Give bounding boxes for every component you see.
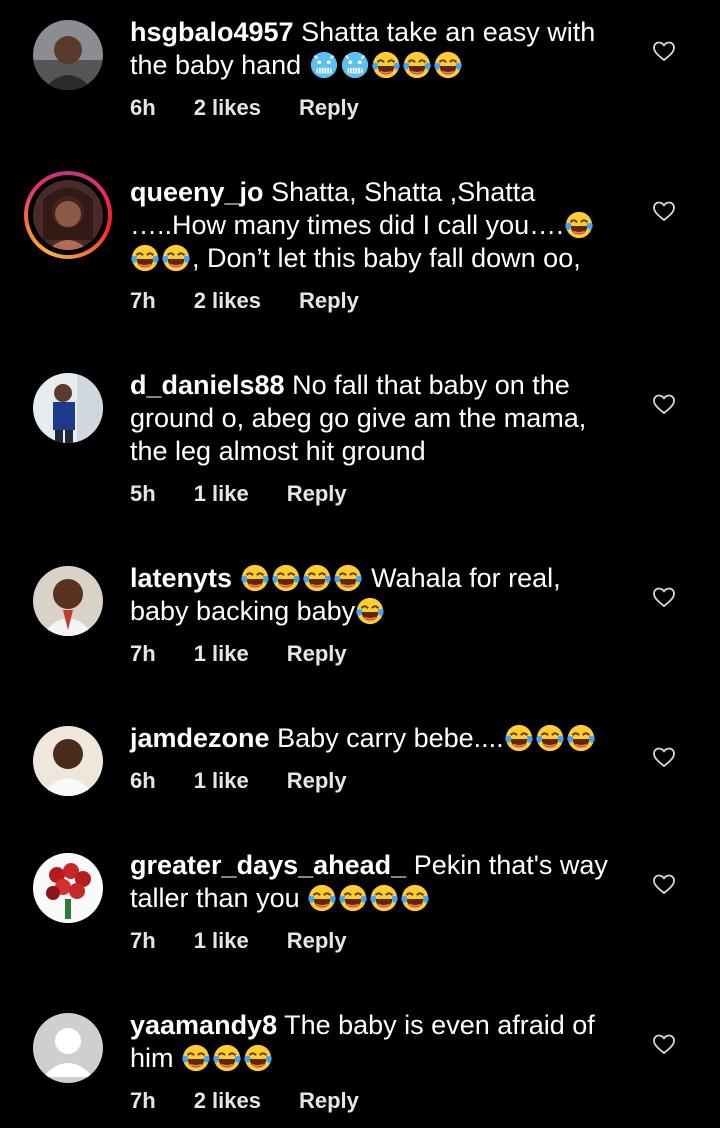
comment-body: hsgbalo4957 Shatta take an easy with the… [130,16,610,82]
tears-of-joy-emoji [307,883,337,913]
comment-item: hsgbalo4957 Shatta take an easy with the… [0,0,720,160]
tears-of-joy-emoji [564,210,594,240]
heart-outline-icon[interactable] [652,745,676,769]
tears-of-joy-emoji [433,50,463,80]
tears-of-joy-emoji [566,723,596,753]
tears-of-joy-emoji [504,723,534,753]
comment-time: 6h [130,768,156,793]
comment-time: 7h [130,288,156,313]
comment-meta: 7h 1 like Reply [130,928,385,954]
avatar[interactable] [33,20,103,90]
comment-item: yaamandy8 The baby is even afraid of him… [0,993,720,1128]
tears-of-joy-emoji [369,883,399,913]
comment-time: 6h [130,95,156,120]
cold-face-emoji [340,50,370,80]
tears-of-joy-emoji [302,563,332,593]
heart-outline-icon[interactable] [652,392,676,416]
avatar[interactable] [33,566,103,636]
comment-body: jamdezone Baby carry bebe.... [130,722,610,755]
comment-likes[interactable]: 1 like [194,768,249,794]
tears-of-joy-emoji [181,1043,211,1073]
comment-meta: 6h 2 likes Reply [130,95,397,121]
comment-username[interactable]: jamdezone [130,723,270,753]
comment-body: queeny_jo Shatta, Shatta ,Shatta …..How … [130,176,610,275]
reply-button[interactable]: Reply [287,641,347,667]
comment-item: queeny_jo Shatta, Shatta ,Shatta …..How … [0,160,720,353]
avatar[interactable] [33,726,103,796]
tears-of-joy-emoji [212,1043,242,1073]
comment-item: d_daniels88 No fall that baby on the gro… [0,353,720,546]
comment-body: latenyts Wahala for real, baby backing b… [130,562,610,628]
comment-meta: 5h 1 like Reply [130,481,385,507]
tears-of-joy-emoji [338,883,368,913]
comment-body: greater_days_ahead_ Pekin that's way tal… [130,849,610,915]
tears-of-joy-emoji [161,243,191,273]
reply-button[interactable]: Reply [287,928,347,954]
comment-body: yaamandy8 The baby is even afraid of him [130,1009,610,1075]
comment-item: jamdezone Baby carry bebe.... 6h 1 like … [0,706,720,833]
heart-outline-icon[interactable] [652,585,676,609]
cold-face-emoji [309,50,339,80]
tears-of-joy-emoji [130,243,160,273]
comment-item: latenyts Wahala for real, baby backing b… [0,546,720,706]
comment-meta: 7h 2 likes Reply [130,288,397,314]
heart-outline-icon[interactable] [652,199,676,223]
comment-time: 7h [130,928,156,953]
comment-body: d_daniels88 No fall that baby on the gro… [130,369,610,468]
heart-outline-icon[interactable] [652,1032,676,1056]
tears-of-joy-emoji [243,1043,273,1073]
comment-username[interactable]: queeny_jo [130,177,264,207]
comment-likes[interactable]: 1 like [194,641,249,667]
reply-button[interactable]: Reply [299,1088,359,1114]
comment-likes[interactable]: 1 like [194,481,249,507]
comment-meta: 7h 1 like Reply [130,641,385,667]
comment-text-continued: , Don’t let this baby fall down oo, [192,243,581,273]
reply-button[interactable]: Reply [299,288,359,314]
comment-meta: 7h 2 likes Reply [130,1088,397,1114]
avatar[interactable] [33,373,103,443]
tears-of-joy-emoji [355,596,385,626]
avatar[interactable] [33,1013,103,1083]
tears-of-joy-emoji [535,723,565,753]
tears-of-joy-emoji [400,883,430,913]
tears-of-joy-emoji [333,563,363,593]
comment-username[interactable]: greater_days_ahead_ [130,850,406,880]
comment-likes[interactable]: 2 likes [194,95,261,121]
tears-of-joy-emoji [402,50,432,80]
comment-username[interactable]: d_daniels88 [130,370,285,400]
comment-time: 5h [130,481,156,506]
avatar-story-ring[interactable] [24,171,112,259]
comment-item: greater_days_ahead_ Pekin that's way tal… [0,833,720,993]
avatar[interactable] [33,853,103,923]
tears-of-joy-emoji [371,50,401,80]
comment-username[interactable]: hsgbalo4957 [130,17,294,47]
comment-username[interactable]: yaamandy8 [130,1010,277,1040]
reply-button[interactable]: Reply [287,768,347,794]
comment-likes[interactable]: 2 likes [194,1088,261,1114]
avatar [33,180,103,250]
tears-of-joy-emoji [240,563,270,593]
comment-time: 7h [130,1088,156,1113]
heart-outline-icon[interactable] [652,872,676,896]
comment-time: 7h [130,641,156,666]
comment-username[interactable]: latenyts [130,563,232,593]
comment-text: Baby carry bebe.... [277,723,504,753]
comment-likes[interactable]: 1 like [194,928,249,954]
tears-of-joy-emoji [271,563,301,593]
reply-button[interactable]: Reply [299,95,359,121]
comment-meta: 6h 1 like Reply [130,768,385,794]
reply-button[interactable]: Reply [287,481,347,507]
heart-outline-icon[interactable] [652,39,676,63]
comment-likes[interactable]: 2 likes [194,288,261,314]
